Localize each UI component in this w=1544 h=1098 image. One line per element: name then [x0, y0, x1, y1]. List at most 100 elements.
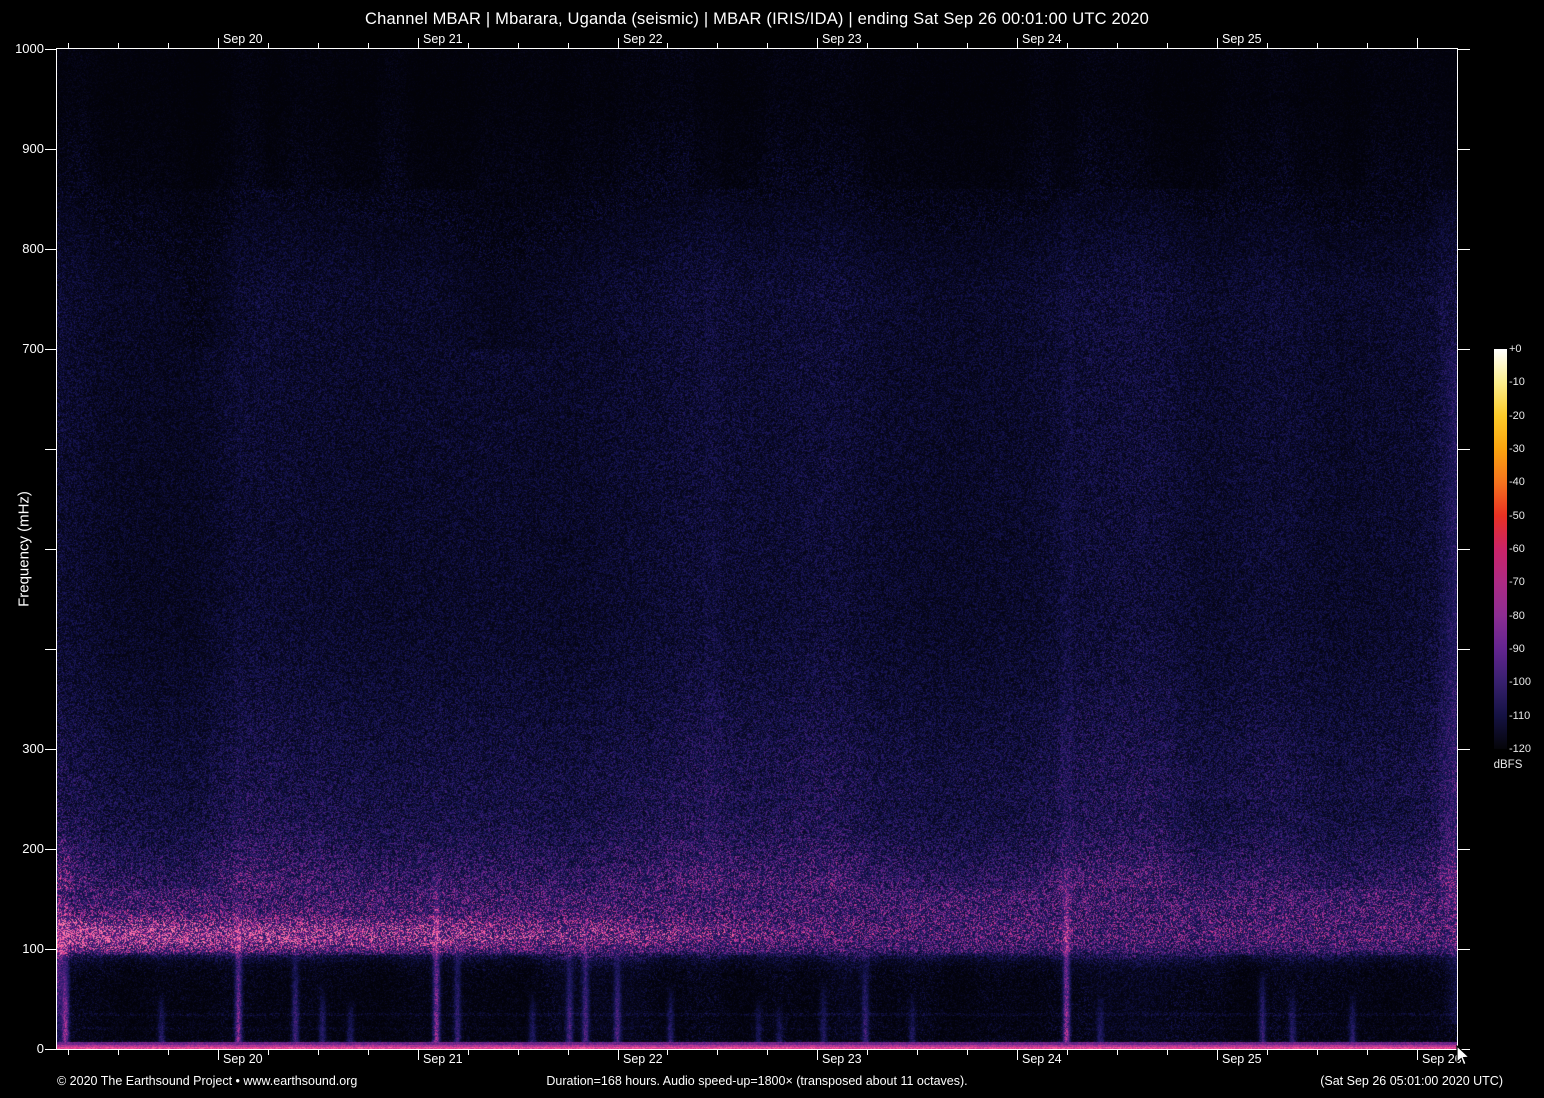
x-axis-tick	[418, 38, 419, 48]
x-axis-tick-label-bottom: Sep 21	[423, 1052, 463, 1066]
x-axis-tick-label-top: Sep 21	[423, 32, 463, 46]
x-axis-tick	[268, 1050, 269, 1055]
x-axis-tick	[917, 1050, 918, 1055]
mouse-cursor-icon	[1456, 1045, 1471, 1066]
x-axis-tick	[1067, 1050, 1068, 1055]
y-axis-tick-label: 700	[22, 341, 44, 356]
y-axis-tick	[45, 849, 56, 850]
spectrogram-page: Channel MBAR | Mbarara, Uganda (seismic)…	[0, 0, 1544, 1098]
x-axis-tick	[1417, 38, 1418, 48]
y-axis-tick-label: 800	[22, 241, 44, 256]
x-axis-tick	[867, 1050, 868, 1055]
y-axis-tick	[45, 349, 56, 350]
y-axis-tick	[45, 649, 56, 650]
x-axis-tick	[468, 1050, 469, 1055]
y-axis-tick	[1458, 549, 1470, 550]
x-axis-tick	[618, 38, 619, 48]
x-axis-tick-label-top: Sep 25	[1222, 32, 1262, 46]
x-axis-tick	[1417, 1050, 1418, 1060]
x-axis-tick	[568, 43, 569, 48]
y-axis-tick	[45, 49, 56, 50]
x-axis-tick	[618, 1050, 619, 1060]
y-axis-tick	[1458, 749, 1470, 750]
x-axis-tick	[268, 43, 269, 48]
y-axis-tick	[1458, 949, 1470, 950]
y-axis-tick	[45, 1049, 56, 1050]
x-axis-tick	[917, 43, 918, 48]
colorbar-tick-label: -30	[1509, 443, 1525, 455]
y-axis-tick	[1458, 249, 1470, 250]
colorbar-tick-label: -20	[1509, 409, 1525, 422]
y-axis-tick	[45, 149, 56, 150]
x-axis-tick	[468, 43, 469, 48]
colorbar-tick-label: -80	[1509, 609, 1525, 622]
x-axis-tick	[118, 43, 119, 48]
colorbar-tick-label: -70	[1509, 576, 1525, 589]
x-axis-tick	[368, 43, 369, 48]
x-axis-tick	[867, 43, 868, 48]
y-axis-tick	[45, 749, 56, 750]
x-axis-tick	[368, 1050, 369, 1055]
x-axis-tick	[1067, 43, 1068, 48]
x-axis-tick	[218, 1050, 219, 1060]
x-axis-tick	[218, 38, 219, 48]
colorbar-tick-label: +0	[1509, 343, 1522, 355]
x-axis-tick	[1317, 1050, 1318, 1055]
y-axis-tick-label: 0	[36, 1041, 44, 1056]
x-axis-tick	[118, 1050, 119, 1055]
x-axis-tick	[767, 43, 768, 48]
x-axis-tick	[318, 1050, 319, 1055]
x-axis-tick	[1367, 1050, 1368, 1055]
colorbar-tick-label: -100	[1509, 676, 1532, 689]
x-axis-tick	[68, 1050, 69, 1055]
x-axis-tick	[817, 38, 818, 48]
y-axis-tick	[45, 949, 56, 950]
footer-duration: Duration=168 hours. Audio speed-up=1800×…	[546, 1074, 968, 1088]
x-axis-tick-label-bottom: Sep 23	[822, 1052, 862, 1066]
x-axis-tick	[568, 1050, 569, 1055]
colorbar-tick-label: -50	[1509, 509, 1525, 522]
colorbar-tick-label: -120	[1509, 743, 1532, 755]
x-axis-tick	[667, 1050, 668, 1055]
colorbar-unit-label: dBFS	[1493, 759, 1523, 771]
x-axis-tick	[518, 1050, 519, 1055]
x-axis-tick-label-top: Sep 23	[822, 32, 862, 46]
footer-timestamp: (Sat Sep 26 05:01:00 2020 UTC)	[1320, 1074, 1503, 1088]
x-axis-tick-label-top: Sep 22	[623, 32, 663, 46]
y-axis-tick	[45, 549, 56, 550]
y-axis-title: Frequency (mHz)	[15, 491, 33, 607]
x-axis-tick	[717, 43, 718, 48]
y-axis-tick	[1458, 149, 1470, 150]
y-axis-tick	[1458, 849, 1470, 850]
y-axis-tick	[1458, 49, 1470, 50]
x-axis-tick-label-top: Sep 20	[223, 32, 263, 46]
colorbar-tick-label: -60	[1509, 543, 1525, 555]
colorbar-gradient	[1494, 349, 1507, 749]
x-axis-tick	[1017, 1050, 1018, 1060]
y-axis-tick	[1458, 649, 1470, 650]
x-axis-tick-label-top: Sep 24	[1022, 32, 1062, 46]
x-axis-tick	[1117, 43, 1118, 48]
x-axis-tick	[1017, 38, 1018, 48]
x-axis-tick	[1267, 43, 1268, 48]
colorbar-tick-label: -40	[1509, 476, 1525, 489]
colorbar-tick-label: -10	[1509, 376, 1525, 389]
x-axis-tick-label-bottom: Sep 25	[1222, 1052, 1262, 1066]
x-axis-tick	[518, 43, 519, 48]
x-axis-tick-label-bottom: Sep 20	[223, 1052, 263, 1066]
x-axis-tick	[1217, 1050, 1218, 1060]
y-axis-tick-label: 900	[22, 141, 44, 156]
y-axis-tick-label: 1000	[15, 41, 44, 56]
x-axis-tick	[418, 1050, 419, 1060]
x-axis-tick	[1167, 43, 1168, 48]
y-axis-tick-label: 200	[22, 841, 44, 856]
x-axis-tick	[1167, 1050, 1168, 1055]
colorbar-tick-label: -90	[1509, 643, 1525, 655]
y-axis-tick-label: 100	[22, 941, 44, 956]
x-axis-tick	[168, 1050, 169, 1055]
y-axis-tick-label: 300	[22, 741, 44, 756]
y-axis-tick	[1458, 349, 1470, 350]
x-axis-tick	[817, 1050, 818, 1060]
colorbar-tick-label: -110	[1509, 709, 1531, 722]
y-axis-tick	[45, 449, 56, 450]
